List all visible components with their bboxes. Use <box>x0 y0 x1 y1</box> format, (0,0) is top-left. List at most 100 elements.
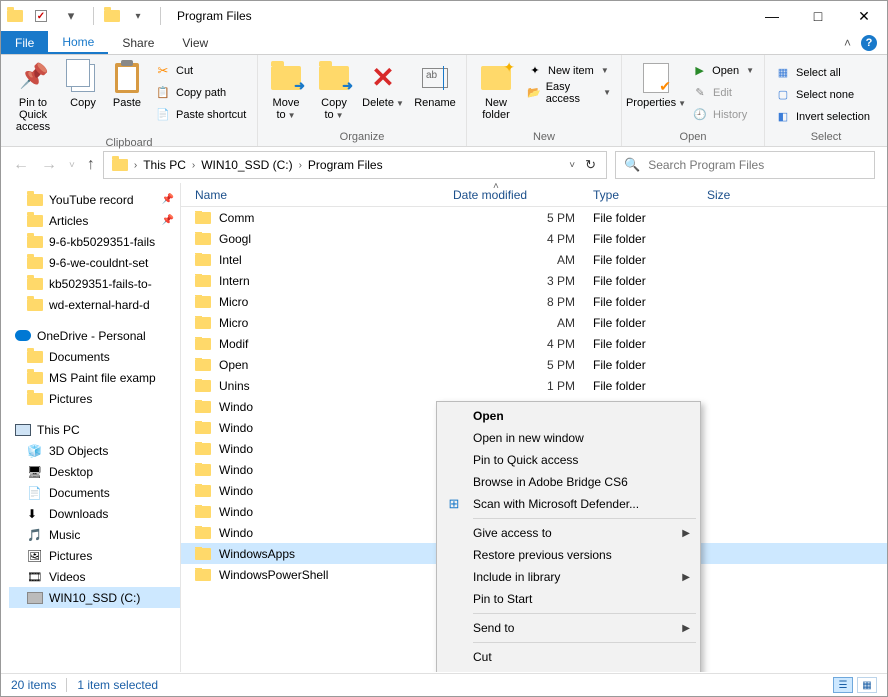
new-item-button[interactable]: ✦New item▼ <box>523 61 615 80</box>
thumbnails-view-button[interactable]: ▦ <box>857 677 877 693</box>
table-row[interactable]: IntelAMFile folder <box>181 249 887 270</box>
pin-quick-access-button[interactable]: Pin to Quick access <box>7 59 59 135</box>
sidebar-this-pc[interactable]: This PC <box>9 419 180 440</box>
invert-selection-icon: ◧ <box>775 109 791 125</box>
sidebar-drive[interactable]: WIN10_SSD (C:) <box>9 587 180 608</box>
sidebar-item[interactable]: kb5029351-fails-to- <box>9 273 180 294</box>
sidebar-item[interactable]: MS Paint file examp <box>9 367 180 388</box>
table-row[interactable]: MicroAMFile folder <box>181 312 887 333</box>
cm-send-to[interactable]: Send to▶ <box>439 617 698 639</box>
new-folder-button[interactable]: New folder <box>473 59 519 123</box>
cm-browse-bridge[interactable]: Browse in Adobe Bridge CS6 <box>439 471 698 493</box>
table-row[interactable]: Open5 PMFile folder <box>181 354 887 375</box>
properties-button[interactable]: Properties▼ <box>628 59 684 111</box>
library-icon: 🖥 <box>27 465 43 479</box>
sidebar-item[interactable]: 🎵Music <box>9 524 180 545</box>
qat-overflow-icon[interactable]: ▾ <box>126 5 150 27</box>
sidebar-item[interactable]: 🎞Videos <box>9 566 180 587</box>
column-headers[interactable]: ˄ Name Date modified Type Size <box>181 183 887 207</box>
back-button[interactable]: ← <box>13 156 29 174</box>
sidebar-item[interactable]: wd-external-hard-d <box>9 294 180 315</box>
help-icon[interactable]: ? <box>861 35 877 51</box>
details-view-button[interactable]: ☰ <box>833 677 853 693</box>
crumb-drive[interactable]: WIN10_SSD (C:) <box>197 158 296 172</box>
table-row[interactable]: Unins1 PMFile folder <box>181 375 887 396</box>
qat-dropdown-icon[interactable]: ▾ <box>59 5 83 27</box>
table-row[interactable]: Modif4 PMFile folder <box>181 333 887 354</box>
edit-button[interactable]: ✎Edit <box>688 83 758 102</box>
refresh-button[interactable]: ↻ <box>585 157 596 173</box>
sidebar-item[interactable]: 9-6-we-couldnt-set <box>9 252 180 273</box>
delete-button[interactable]: ✕ Delete▼ <box>360 59 406 111</box>
copy-button[interactable]: Copy <box>63 59 103 111</box>
address-bar[interactable]: › This PC › WIN10_SSD (C:) › Program Fil… <box>103 151 607 179</box>
table-row[interactable]: Micro8 PMFile folder <box>181 291 887 312</box>
sidebar-item[interactable]: 🧊3D Objects <box>9 440 180 461</box>
view-tab[interactable]: View <box>168 31 222 54</box>
table-row[interactable]: Googl4 PMFile folder <box>181 228 887 249</box>
open-button[interactable]: ▶Open▼ <box>688 61 758 80</box>
crumb-this-pc[interactable]: This PC <box>139 158 190 172</box>
chevron-right-icon[interactable]: › <box>299 160 302 171</box>
sidebar-item[interactable]: YouTube record📌 <box>9 189 180 210</box>
sidebar-item[interactable]: 🖥Desktop <box>9 461 180 482</box>
file-list[interactable]: ˄ Name Date modified Type Size Comm5 PMF… <box>181 183 887 672</box>
ribbon-collapse-icon[interactable]: ˄ <box>844 36 851 50</box>
column-name[interactable]: Name <box>195 188 453 202</box>
table-row[interactable]: Comm5 PMFile folder <box>181 207 887 228</box>
folder-icon <box>195 485 211 497</box>
share-tab[interactable]: Share <box>108 31 168 54</box>
recent-dropdown-icon[interactable]: ˅ <box>69 160 75 171</box>
paste-shortcut-button[interactable]: 📄Paste shortcut <box>151 105 251 124</box>
cm-give-access[interactable]: Give access to▶ <box>439 522 698 544</box>
sidebar-item[interactable]: Articles📌 <box>9 210 180 231</box>
cm-copy[interactable]: Copy <box>439 668 698 672</box>
address-dropdown-icon[interactable]: ˅ <box>569 160 575 171</box>
crumb-folder[interactable]: Program Files <box>304 158 387 172</box>
sidebar-item[interactable]: Pictures <box>9 388 180 409</box>
cm-restore-versions[interactable]: Restore previous versions <box>439 544 698 566</box>
cm-pin-quick-access[interactable]: Pin to Quick access <box>439 449 698 471</box>
maximize-button[interactable]: □ <box>795 1 841 31</box>
sidebar-item[interactable]: Documents <box>9 346 180 367</box>
column-size[interactable]: Size <box>707 188 767 202</box>
sidebar-item[interactable]: ⬇Downloads <box>9 503 180 524</box>
easy-access-button[interactable]: 📂Easy access▼ <box>523 83 615 102</box>
chevron-right-icon[interactable]: › <box>134 160 137 171</box>
forward-button[interactable]: → <box>41 156 57 174</box>
cm-scan-defender[interactable]: ⊞Scan with Microsoft Defender... <box>439 493 698 515</box>
sidebar-item[interactable]: 🖼Pictures <box>9 545 180 566</box>
column-type[interactable]: Type <box>593 188 707 202</box>
cm-open[interactable]: Open <box>439 405 698 427</box>
cut-button[interactable]: Cut <box>151 61 251 80</box>
move-to-button[interactable]: Move to▼ <box>264 59 308 123</box>
cm-pin-start[interactable]: Pin to Start <box>439 588 698 610</box>
folder-icon <box>195 422 211 434</box>
sidebar-onedrive[interactable]: OneDrive - Personal <box>9 325 180 346</box>
cm-cut[interactable]: Cut <box>439 646 698 668</box>
qat-properties-icon[interactable]: ✓ <box>29 5 53 27</box>
chevron-right-icon[interactable]: › <box>192 160 195 171</box>
search-input[interactable]: 🔍 Search Program Files <box>615 151 875 179</box>
select-all-button[interactable]: ▦Select all <box>771 63 881 82</box>
cm-open-new-window[interactable]: Open in new window <box>439 427 698 449</box>
home-tab[interactable]: Home <box>48 31 108 54</box>
file-tab[interactable]: File <box>1 31 48 54</box>
navigation-pane[interactable]: YouTube record📌Articles📌9-6-kb5029351-fa… <box>1 183 181 672</box>
close-button[interactable]: ✕ <box>841 1 887 31</box>
rename-button[interactable]: Rename <box>410 59 460 111</box>
select-none-button[interactable]: ▢Select none <box>771 85 881 104</box>
cm-include-library[interactable]: Include in library▶ <box>439 566 698 588</box>
invert-selection-button[interactable]: ◧Invert selection <box>771 107 881 126</box>
minimize-button[interactable]: — <box>749 1 795 31</box>
folder-icon <box>195 464 211 476</box>
copy-path-button[interactable]: 📋Copy path <box>151 83 251 102</box>
history-button[interactable]: 🕘History <box>688 105 758 124</box>
sidebar-item[interactable]: 9-6-kb5029351-fails <box>9 231 180 252</box>
up-button[interactable]: ↑ <box>87 156 95 174</box>
sidebar-item[interactable]: 📄Documents <box>9 482 180 503</box>
copy-to-button[interactable]: Copy to▼ <box>312 59 356 123</box>
column-date[interactable]: Date modified <box>453 188 593 202</box>
paste-button[interactable]: Paste <box>107 59 147 111</box>
table-row[interactable]: Intern3 PMFile folder <box>181 270 887 291</box>
